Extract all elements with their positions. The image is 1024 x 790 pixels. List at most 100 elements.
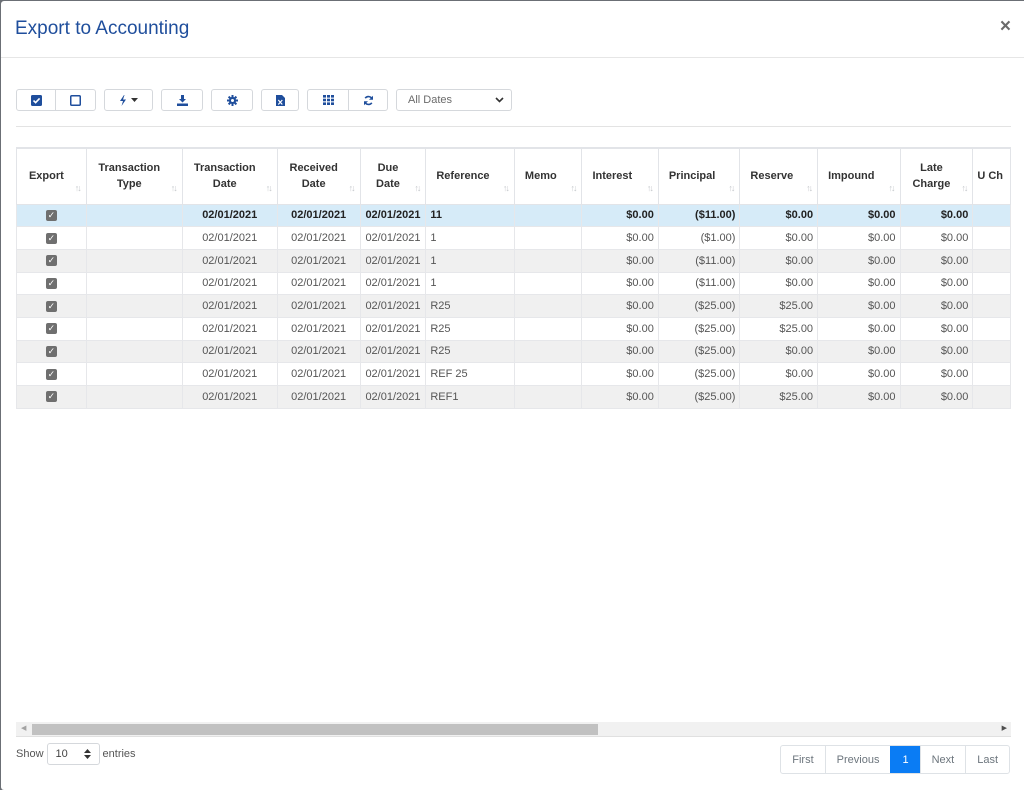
sort-icon[interactable]: ↑↓ [266, 180, 273, 196]
cell-type [85, 294, 183, 318]
sort-icon[interactable]: ↑↓ [647, 180, 654, 196]
table-row[interactable]: ✓ 02/01/2021 02/01/2021 02/01/2021 R25 $0.00(… [16, 294, 1011, 318]
cell-reference: R25 [425, 294, 515, 318]
deselect-all-button[interactable] [55, 90, 95, 110]
transactions-table: Export ↑↓ Transaction Type ↑↓ Transaction Da… [16, 147, 1011, 409]
cell-reference: 11 [425, 203, 515, 228]
page-length-select[interactable]: 10 [46, 743, 100, 765]
cell-memo [513, 316, 583, 341]
table-header-row: Export ↑↓ Transaction Type ↑↓ Transaction Da… [16, 147, 1011, 205]
cell-memo [513, 271, 583, 296]
cell-impound: $0.00 [817, 362, 901, 386]
cell-reserve: $0.00 [739, 271, 819, 296]
column-header[interactable]: Reserve ↑↓ [739, 147, 819, 205]
cell-late-charge: $0.00 [899, 226, 974, 250]
column-header[interactable]: Export ↑↓ [16, 147, 87, 205]
export-excel-button[interactable] [262, 90, 298, 110]
scroll-right-icon[interactable]: ▶ [1002, 724, 1007, 732]
actions-button[interactable] [105, 90, 152, 110]
cell-reserve: $0.00 [739, 203, 819, 228]
column-header-label: Received Date [289, 162, 338, 191]
cell-reference: R25 [425, 339, 515, 364]
columns-button[interactable] [308, 90, 348, 110]
sort-icon[interactable]: ↑↓ [75, 180, 82, 196]
date-filter-select[interactable]: All Dates [396, 89, 512, 111]
export-checkbox[interactable]: ✓ [45, 323, 57, 335]
column-header[interactable]: Reference ↑↓ [425, 147, 515, 205]
table-row[interactable]: ✓ 02/01/2021 02/01/2021 02/01/2021 REF 25 $0.… [16, 362, 1011, 386]
sort-icon[interactable]: ↑↓ [889, 180, 896, 196]
table-row[interactable]: ✓ 02/01/2021 02/01/2021 02/01/2021 1 $0.00 ($1… [16, 226, 1011, 250]
download-icon [176, 94, 188, 106]
column-header[interactable]: Due Date ↑↓ [359, 147, 427, 205]
column-header[interactable]: Transaction Date ↑↓ [181, 147, 278, 205]
column-header[interactable]: Received Date ↑↓ [276, 147, 361, 205]
scroll-left-icon[interactable]: ◀ [21, 724, 26, 732]
export-checkbox[interactable]: ✓ [45, 209, 57, 221]
cell-reserve: $25.00 [739, 385, 819, 409]
table-row[interactable]: ✓ 02/01/2021 02/01/2021 02/01/2021 1 $0.00 ($1… [16, 271, 1011, 296]
cell-due-date: 02/01/2021 [359, 316, 427, 341]
refresh-button[interactable] [348, 90, 387, 110]
sort-icon[interactable]: ↑↓ [171, 180, 178, 196]
page-current-button[interactable]: 1 [890, 746, 920, 773]
excel-group [261, 89, 299, 111]
export-checkbox[interactable]: ✓ [45, 255, 57, 267]
table-row[interactable]: ✓ 02/01/2021 02/01/2021 02/01/2021 1 $0.00 ($1… [16, 248, 1011, 273]
cell-principal: ($1.00) [657, 226, 741, 250]
sort-icon[interactable]: ↑↓ [806, 180, 813, 196]
select-all-button[interactable] [17, 90, 55, 110]
modal-title: Export to Accounting [15, 18, 190, 39]
export-checkbox[interactable]: ✓ [45, 368, 57, 380]
settings-button[interactable] [212, 90, 252, 110]
sort-icon[interactable]: ↑↓ [414, 180, 421, 196]
export-checkbox[interactable]: ✓ [45, 300, 57, 312]
table-row[interactable]: ✓ 02/01/2021 02/01/2021 02/01/2021 REF1 $0.00… [16, 385, 1011, 409]
cell-memo [513, 362, 583, 386]
cell-export: ✓ [16, 316, 87, 341]
sort-icon[interactable]: ↑↓ [349, 180, 356, 196]
cell-late-charge: $0.00 [899, 385, 974, 409]
column-header[interactable]: U Ch [972, 147, 1011, 205]
page-first-button[interactable]: First [781, 746, 824, 773]
cell-extra [972, 362, 1011, 386]
table-row[interactable]: ✓ 02/01/2021 02/01/2021 02/01/2021 R25 $0.00(… [16, 339, 1011, 364]
cell-txn-date: 02/01/2021 [181, 203, 278, 228]
cell-export: ✓ [16, 385, 87, 409]
cell-due-date: 02/01/2021 [359, 203, 427, 228]
cell-interest: $0.00 [581, 339, 659, 364]
column-header[interactable]: Memo ↑↓ [513, 147, 583, 205]
export-checkbox[interactable]: ✓ [45, 346, 57, 358]
sort-icon[interactable]: ↑↓ [728, 180, 735, 196]
column-header[interactable]: Principal ↑↓ [657, 147, 741, 205]
column-header[interactable]: Transaction Type ↑↓ [85, 147, 183, 205]
cell-memo [513, 339, 583, 364]
cell-recv-date: 02/01/2021 [276, 226, 361, 250]
export-checkbox[interactable]: ✓ [45, 391, 57, 403]
page-next-button[interactable]: Next [919, 746, 966, 773]
download-button[interactable] [162, 90, 202, 110]
scrollbar-thumb[interactable] [32, 724, 598, 735]
bolt-icon [120, 94, 126, 106]
column-header[interactable]: Late Charge ↑↓ [899, 147, 974, 205]
cell-memo [513, 248, 583, 273]
column-header-label: Export [28, 170, 64, 183]
cell-recv-date: 02/01/2021 [276, 271, 361, 296]
sort-icon[interactable]: ↑↓ [961, 180, 968, 196]
table-row[interactable]: ✓ 02/01/2021 02/01/2021 02/01/2021 11 $0.00 ($… [16, 203, 1011, 228]
page-previous-button[interactable]: Previous [824, 746, 891, 773]
column-header[interactable]: Interest ↑↓ [581, 147, 659, 205]
table-row[interactable]: ✓ 02/01/2021 02/01/2021 02/01/2021 R25 $0.00(… [16, 316, 1011, 341]
close-button[interactable]: × [1000, 17, 1011, 36]
horizontal-scrollbar[interactable]: ◀ ▶ [16, 722, 1011, 737]
export-checkbox[interactable]: ✓ [45, 278, 57, 289]
page-length-value: 10 [55, 748, 68, 760]
cell-due-date: 02/01/2021 [359, 248, 427, 273]
export-checkbox[interactable]: ✓ [45, 232, 57, 244]
page-last-button[interactable]: Last [965, 746, 1009, 773]
sort-icon[interactable]: ↑↓ [503, 180, 510, 196]
sort-icon[interactable]: ↑↓ [570, 180, 577, 196]
grid-icon [322, 95, 334, 105]
cell-reserve: $0.00 [739, 362, 819, 386]
column-header[interactable]: Impound ↑↓ [817, 147, 901, 205]
